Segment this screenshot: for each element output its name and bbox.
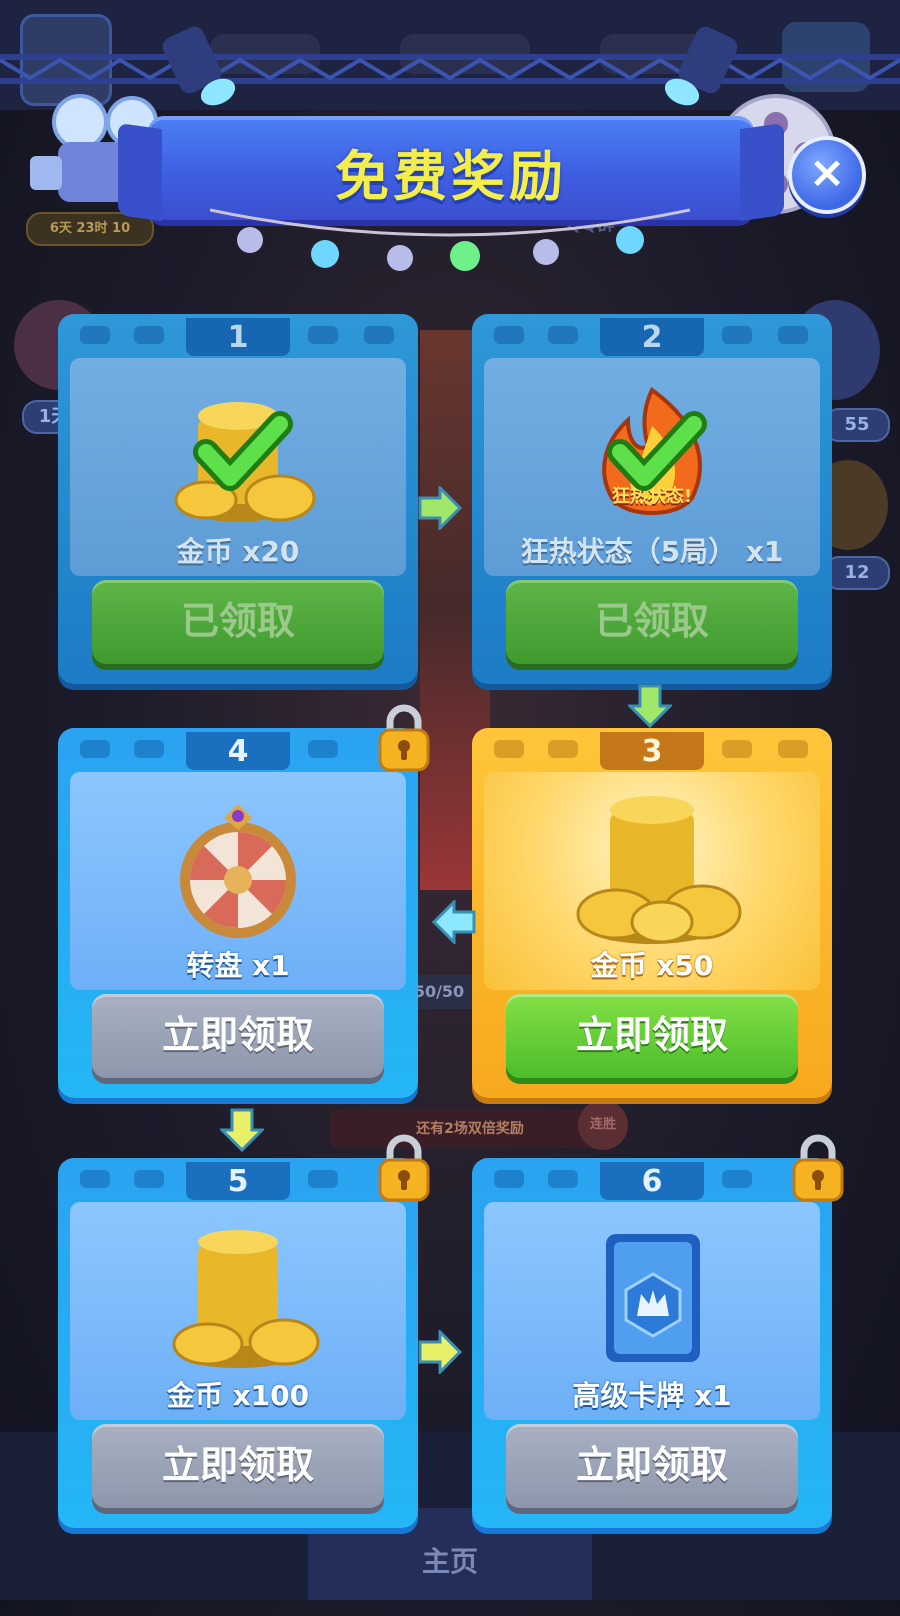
claim-now-button[interactable]: 立即领取 [506,994,798,1078]
arrow-right-icon [418,486,462,530]
reward-card-3: 3 金币 x50 立即领取 [472,728,832,1098]
lobby-streak-badge: 连胜 [578,1100,628,1150]
checkmark-icon [193,411,293,491]
premium-card-icon [606,1234,700,1362]
arrow-left-icon [432,900,476,944]
lock-icon [792,1134,844,1202]
lobby-right-badge: 55 [824,408,890,442]
lock-icon [378,1134,430,1202]
reward-step-number: 1 [186,318,290,356]
arrow-down-icon [220,1108,264,1152]
checkmark-icon [607,411,707,491]
reward-step-number: 6 [600,1162,704,1200]
arrow-right-icon [418,1330,462,1374]
reward-card-2: 2 狂热状态! 狂热状态（5局） x1 已领取 [472,314,832,684]
reward-card-1: 1 金币 x20 已领取 [58,314,418,684]
lobby-right-badge: 12 [824,556,890,590]
reward-label: 转盘 x1 [186,949,290,982]
page-title: 免费奖励 [335,145,567,208]
lock-icon [378,704,430,772]
reward-label: 金币 x100 [166,1379,310,1412]
claim-now-button-disabled[interactable]: 立即领取 [92,994,384,1078]
reward-card-6: 6 高级卡牌 x1 立即领取 [472,1158,832,1528]
gold-coins-icon [172,1230,320,1368]
reward-step-number: 4 [186,732,290,770]
claim-now-button-disabled[interactable]: 立即领取 [92,1424,384,1508]
reward-label: 狂热状态（5局） x1 [520,535,784,568]
reward-step-number: 3 [600,732,704,770]
arrow-down-icon [628,684,672,728]
reward-card-5: 5 金币 x100 立即领取 [58,1158,418,1528]
reward-label: 金币 x20 [176,535,300,568]
reward-step-number: 5 [186,1162,290,1200]
gold-coins-icon [576,796,742,944]
stage-truss [0,54,900,84]
string-lights [210,208,690,271]
claimed-button: 已领取 [92,580,384,664]
title-banner: 免费奖励 [148,116,754,220]
prize-wheel-icon [180,804,296,938]
reward-label: 高级卡牌 x1 [572,1379,732,1412]
reward-label: 金币 x50 [590,949,714,982]
claim-now-button-disabled[interactable]: 立即领取 [506,1424,798,1508]
claimed-button: 已领取 [506,580,798,664]
lobby-double-reward-text: 还有2场双倍奖励 [330,1110,610,1148]
close-button[interactable]: × [788,136,866,214]
reward-step-number: 2 [600,318,704,356]
reward-card-4: 4 转盘 x1 立即领取 [58,728,418,1098]
